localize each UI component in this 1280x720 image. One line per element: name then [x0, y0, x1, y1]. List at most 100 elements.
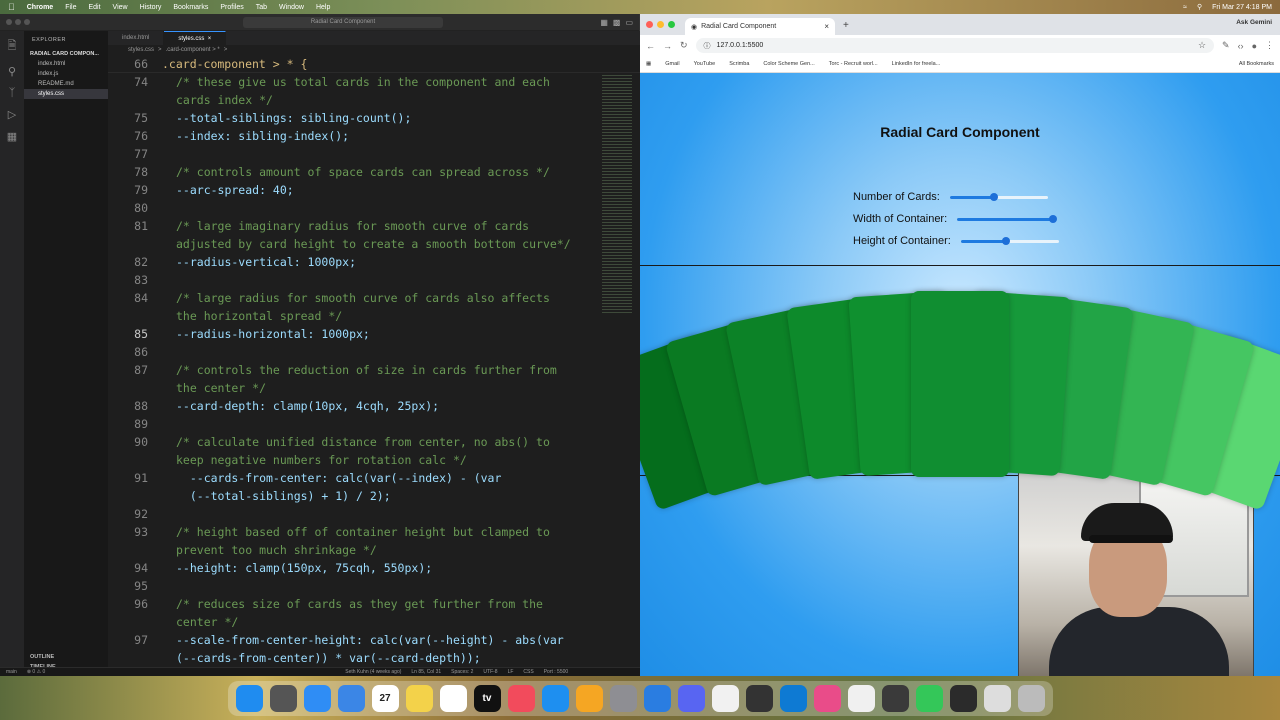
reload-icon[interactable]: ↻ — [680, 40, 688, 51]
code-view[interactable]: 74 /* these give us total cards in the co… — [108, 73, 640, 677]
file-readme[interactable]: README.md — [24, 79, 108, 89]
search-icon[interactable]: ⚲ — [1197, 3, 1202, 11]
dock-vs-code-icon[interactable] — [779, 684, 807, 712]
extensions-icon[interactable]: ▦ — [7, 130, 17, 143]
git-blame[interactable]: Seth Kuhn (4 weeks ago) — [345, 669, 401, 675]
code-line[interactable]: 89 — [108, 415, 640, 433]
bookmark-scrimba[interactable]: Scrimba — [729, 61, 749, 67]
bookmark-linkedin[interactable]: LinkedIn for freela... — [892, 61, 941, 67]
bookmark-star-icon[interactable]: ☆ — [1198, 40, 1206, 51]
code-line[interactable]: 80 — [108, 199, 640, 217]
dock-pages-icon[interactable] — [575, 684, 603, 712]
close-icon[interactable]: × — [208, 36, 212, 42]
dock-lamp-icon[interactable] — [881, 684, 909, 712]
minimize-window-button[interactable] — [15, 19, 21, 25]
dock-discord-icon[interactable] — [677, 684, 705, 712]
code-line[interactable]: 78 /* controls amount of space cards can … — [108, 163, 640, 181]
dock-chrome-icon[interactable] — [711, 684, 739, 712]
explorer-icon[interactable]: 🗎 — [8, 37, 17, 56]
devtools-icon[interactable]: ‹› — [1238, 41, 1244, 51]
menubar-app-name[interactable]: Chrome — [27, 4, 53, 11]
file-index-html[interactable]: index.html — [24, 59, 108, 69]
new-tab-button[interactable]: + — [843, 20, 849, 31]
tab-styles-css[interactable]: styles.css × — [164, 31, 227, 45]
code-line[interactable]: center */ — [108, 613, 640, 631]
live-server-port[interactable]: Port : 5500 — [544, 669, 568, 675]
code-line[interactable]: 84 /* large radius for smooth curve of ca… — [108, 289, 640, 307]
code-line[interactable]: (--total-siblings) + 1) / 2); — [108, 487, 640, 505]
all-bookmarks[interactable]: All Bookmarks — [1239, 61, 1274, 67]
code-line[interactable]: 94 --height: clamp(150px, 75cqh, 550px); — [108, 559, 640, 577]
menu-bookmarks[interactable]: Bookmarks — [173, 4, 208, 11]
dock-terminal-icon[interactable] — [949, 684, 977, 712]
bookmark-gmail[interactable]: Gmail — [665, 61, 679, 67]
dock-trash-icon[interactable] — [1017, 684, 1045, 712]
menu-view[interactable]: View — [113, 4, 128, 11]
problems-indicator[interactable]: ⊗ 0 ⚠ 0 — [27, 669, 45, 675]
back-icon[interactable]: ← — [646, 41, 655, 51]
code-line[interactable]: 87 /* controls the reduction of size in c… — [108, 361, 640, 379]
branch-indicator[interactable]: main — [6, 669, 17, 675]
indentation[interactable]: Spaces: 2 — [451, 669, 473, 675]
menu-help[interactable]: Help — [316, 4, 330, 11]
site-info-icon[interactable]: ⓘ — [704, 41, 711, 51]
apple-icon[interactable]:  — [8, 2, 15, 12]
dock-tv-icon[interactable]: tv — [473, 684, 501, 712]
ask-gemini-button[interactable]: Ask Gemini — [1236, 19, 1272, 26]
code-line[interactable]: 83 — [108, 271, 640, 289]
apps-icon[interactable]: ▦ — [646, 61, 651, 67]
project-folder[interactable]: RADIAL CARD COMPON... — [24, 49, 108, 59]
zoom-window-button[interactable] — [668, 21, 675, 28]
code-line[interactable]: (--cards-from-center)) * var(--card-dept… — [108, 649, 640, 667]
code-line[interactable]: 85 --radius-horizontal: 1000px; — [108, 325, 640, 343]
cursor-position[interactable]: Ln 85, Col 31 — [411, 669, 441, 675]
language-mode[interactable]: CSS — [523, 669, 533, 675]
close-window-button[interactable] — [6, 19, 12, 25]
menu-tab[interactable]: Tab — [256, 4, 267, 11]
dock-obs-icon[interactable] — [745, 684, 773, 712]
code-line[interactable]: 96 /* reduces size of cards as they get f… — [108, 595, 640, 613]
radial-card[interactable] — [911, 291, 1009, 477]
dock-photos-icon[interactable] — [847, 684, 875, 712]
forward-icon[interactable]: → — [663, 41, 672, 51]
code-line[interactable]: prevent too much shrinkage */ — [108, 541, 640, 559]
code-line[interactable]: 76 --index: sibling-index(); — [108, 127, 640, 145]
code-line[interactable]: 91 --cards-from-center: calc(var(--index… — [108, 469, 640, 487]
file-styles-css[interactable]: styles.css — [24, 89, 108, 99]
close-icon[interactable]: × — [824, 22, 829, 31]
layout-icon[interactable]: ▦ — [600, 18, 608, 27]
code-line[interactable]: 75 --total-siblings: sibling-count(); — [108, 109, 640, 127]
code-line[interactable]: 81 /* large imaginary radius for smooth c… — [108, 217, 640, 235]
dock-mail-icon[interactable] — [337, 684, 365, 712]
bookmark-color-scheme[interactable]: Color Scheme Gen... — [763, 61, 814, 67]
code-line[interactable]: adjusted by card height to create a smoo… — [108, 235, 640, 253]
code-line[interactable]: 95 — [108, 577, 640, 595]
bookmark-youtube[interactable]: YouTube — [694, 61, 716, 67]
source-control-icon[interactable]: ᛉ — [9, 87, 16, 99]
dock-affinity-icon[interactable] — [813, 684, 841, 712]
dock-notes-icon[interactable] — [405, 684, 433, 712]
code-line[interactable]: 74 /* these give us total cards in the co… — [108, 73, 640, 91]
file-index-js[interactable]: index.js — [24, 69, 108, 79]
bookmark-torc[interactable]: Torc - Recruit worl... — [829, 61, 878, 67]
encoding[interactable]: UTF-8 — [483, 669, 497, 675]
dock-files-icon[interactable] — [983, 684, 1011, 712]
code-line[interactable]: 79 --arc-spread: 40; — [108, 181, 640, 199]
dock-freeform-icon[interactable] — [439, 684, 467, 712]
extensions-icon[interactable]: ✎ — [1222, 40, 1230, 51]
minimize-window-button[interactable] — [657, 21, 664, 28]
menu-file[interactable]: File — [65, 4, 76, 11]
zoom-window-button[interactable] — [24, 19, 30, 25]
code-line[interactable]: keep negative numbers for rotation calc … — [108, 451, 640, 469]
code-line[interactable]: 88 --card-depth: clamp(10px, 4cqh, 25px); — [108, 397, 640, 415]
search-icon[interactable]: ⚲ — [8, 65, 16, 78]
menu-window[interactable]: Window — [279, 4, 304, 11]
run-debug-icon[interactable]: ▷ — [8, 108, 16, 121]
address-bar[interactable]: ⓘ 127.0.0.1:5500 ☆ — [695, 38, 1215, 53]
code-line[interactable]: 77 — [108, 145, 640, 163]
wifi-icon[interactable]: ≈ — [1183, 4, 1187, 11]
code-line[interactable]: 92 — [108, 505, 640, 523]
sidebar-icon[interactable]: ▭ — [625, 18, 633, 27]
dock-launchpad-icon[interactable] — [269, 684, 297, 712]
breadcrumb-file[interactable]: styles.css — [128, 47, 154, 53]
